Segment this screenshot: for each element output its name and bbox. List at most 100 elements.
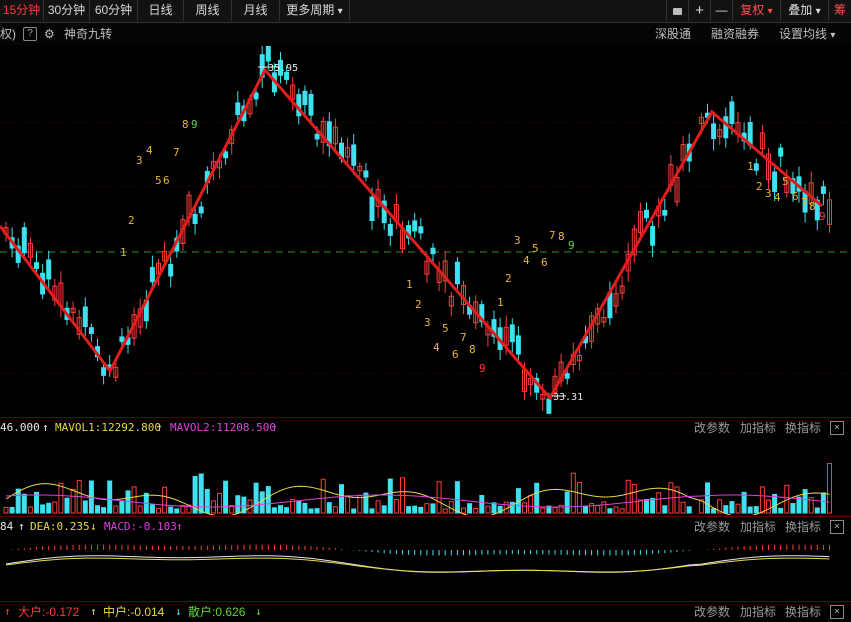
volume-bar	[711, 508, 717, 514]
close-icon[interactable]: ×	[830, 421, 844, 435]
volume-bar	[595, 505, 601, 514]
td-count-label: 2	[415, 298, 422, 311]
margin-trading-link[interactable]: 融资融券	[711, 23, 759, 45]
add-indicator-button[interactable]: 加指标	[740, 602, 776, 622]
ma-settings-button[interactable]: 设置均线 ▾	[779, 23, 835, 45]
td-count-label: 2	[505, 272, 512, 285]
volume-bar	[644, 499, 649, 514]
arrow-up-icon: ↑	[156, 421, 163, 434]
chip-button[interactable]: 筹	[828, 0, 851, 21]
volume-bar	[467, 503, 473, 514]
candle-body	[454, 261, 460, 285]
candle-body	[723, 116, 729, 139]
hk-connect-link[interactable]: 深股通	[655, 23, 691, 45]
volume-bar	[424, 503, 430, 514]
td-count-label: 5	[532, 242, 539, 255]
volume-bar	[589, 503, 595, 514]
td-count-label: 3	[136, 154, 143, 167]
td-count-label: 6	[541, 256, 548, 269]
tab-more-periods[interactable]: 更多周期 ▾	[280, 0, 350, 21]
volume-bar	[46, 502, 52, 514]
edit-params-button[interactable]: 改参数	[694, 602, 730, 622]
volume-bar	[137, 505, 143, 514]
candle-body	[46, 259, 52, 280]
td-count-label: 5	[782, 175, 789, 188]
switch-indicator-button[interactable]: 换指标	[785, 517, 821, 537]
volume-bar	[70, 488, 76, 514]
close-icon[interactable]: ×	[830, 520, 844, 534]
candle-body	[192, 213, 198, 224]
candle-body	[235, 102, 241, 116]
volume-chart	[3, 463, 832, 515]
td-count-label: 7	[173, 146, 180, 159]
zoom-in-button[interactable]: +	[688, 0, 710, 21]
lock-button[interactable]	[666, 0, 688, 21]
volume-bar	[406, 506, 412, 514]
volume-bar	[131, 486, 137, 514]
volume-bar	[540, 507, 546, 514]
volume-bar	[162, 486, 168, 514]
chevron-down-icon: ▾	[830, 30, 836, 41]
volume-bar	[522, 502, 527, 514]
candle-body	[302, 90, 308, 106]
period-toolbar: 15分钟 30分钟 60分钟 日线 周线 月线 更多周期 ▾ + — 复权 ▾ …	[0, 0, 851, 23]
candle-body	[82, 306, 88, 328]
volume-bar	[332, 506, 338, 514]
close-icon[interactable]: ×	[830, 605, 844, 619]
fund-flow-header: ↑ 大户:-0.172 ↑ 中户:-0.014 ↓ 散户:0.626 ↓ 改参数…	[0, 601, 851, 621]
volume-bar	[107, 480, 113, 514]
tab-30min[interactable]: 30分钟	[44, 0, 90, 21]
zoom-out-button[interactable]: —	[710, 0, 732, 21]
td-count-label: 9	[568, 239, 575, 252]
edit-params-button[interactable]: 改参数	[694, 517, 730, 537]
candle-body	[198, 206, 204, 214]
volume-bar	[82, 500, 88, 514]
volume-bar	[820, 492, 826, 514]
candle-body	[88, 327, 94, 334]
dea-value: DEA:0.235	[30, 520, 90, 533]
restore-right-button[interactable]: 复权 ▾	[732, 0, 780, 21]
overlay-label: 叠加	[788, 3, 813, 17]
td-count-label: 3	[765, 187, 772, 200]
help-icon[interactable]: ?	[23, 27, 37, 41]
volume-bar	[473, 507, 479, 514]
mid-holder-value: 中户:-0.014	[103, 605, 165, 619]
switch-indicator-button[interactable]: 换指标	[785, 602, 821, 622]
tab-60min[interactable]: 60分钟	[90, 0, 138, 21]
volume-bar	[113, 505, 119, 514]
td-count-label: 1	[747, 160, 754, 173]
tab-daily[interactable]: 日线	[138, 0, 184, 21]
candle-body	[21, 227, 27, 254]
volume-bar	[772, 493, 778, 514]
volume-bar	[650, 497, 656, 514]
edit-params-button[interactable]: 改参数	[694, 418, 730, 438]
lock-icon	[673, 8, 682, 15]
volume-bar	[217, 492, 222, 514]
candle-body	[412, 220, 418, 232]
candle-body	[308, 93, 314, 116]
gear-icon[interactable]: ⚙	[44, 23, 55, 45]
td-count-label: 8	[809, 200, 816, 213]
tab-15min[interactable]: 15分钟	[0, 0, 44, 21]
tab-weekly[interactable]: 周线	[184, 0, 232, 21]
candle-body	[729, 101, 735, 124]
add-indicator-button[interactable]: 加指标	[740, 517, 776, 537]
price-chart[interactable]: 12345 678 91234567891234567 89123 456 7 89 35.…	[0, 46, 851, 414]
overlay-button[interactable]: 叠加 ▾	[780, 0, 828, 21]
add-indicator-button[interactable]: 加指标	[740, 418, 776, 438]
volume-bar	[412, 505, 418, 514]
volume-bar	[9, 506, 15, 514]
volume-bar	[827, 463, 832, 514]
volume-bar	[265, 486, 271, 514]
volume-bar	[662, 505, 668, 514]
switch-indicator-button[interactable]: 换指标	[785, 418, 821, 438]
td-count-label: 9	[479, 362, 486, 375]
td-count-label: 7	[460, 331, 467, 344]
td-count-label: 3	[424, 316, 431, 329]
volume-bar	[27, 506, 33, 514]
ma-settings-label: 设置均线	[779, 27, 828, 41]
td-count-label: 9	[191, 118, 198, 131]
indicator-name[interactable]: 神奇九转	[64, 23, 112, 45]
volume-bar	[149, 504, 155, 514]
tab-monthly[interactable]: 月线	[232, 0, 280, 21]
